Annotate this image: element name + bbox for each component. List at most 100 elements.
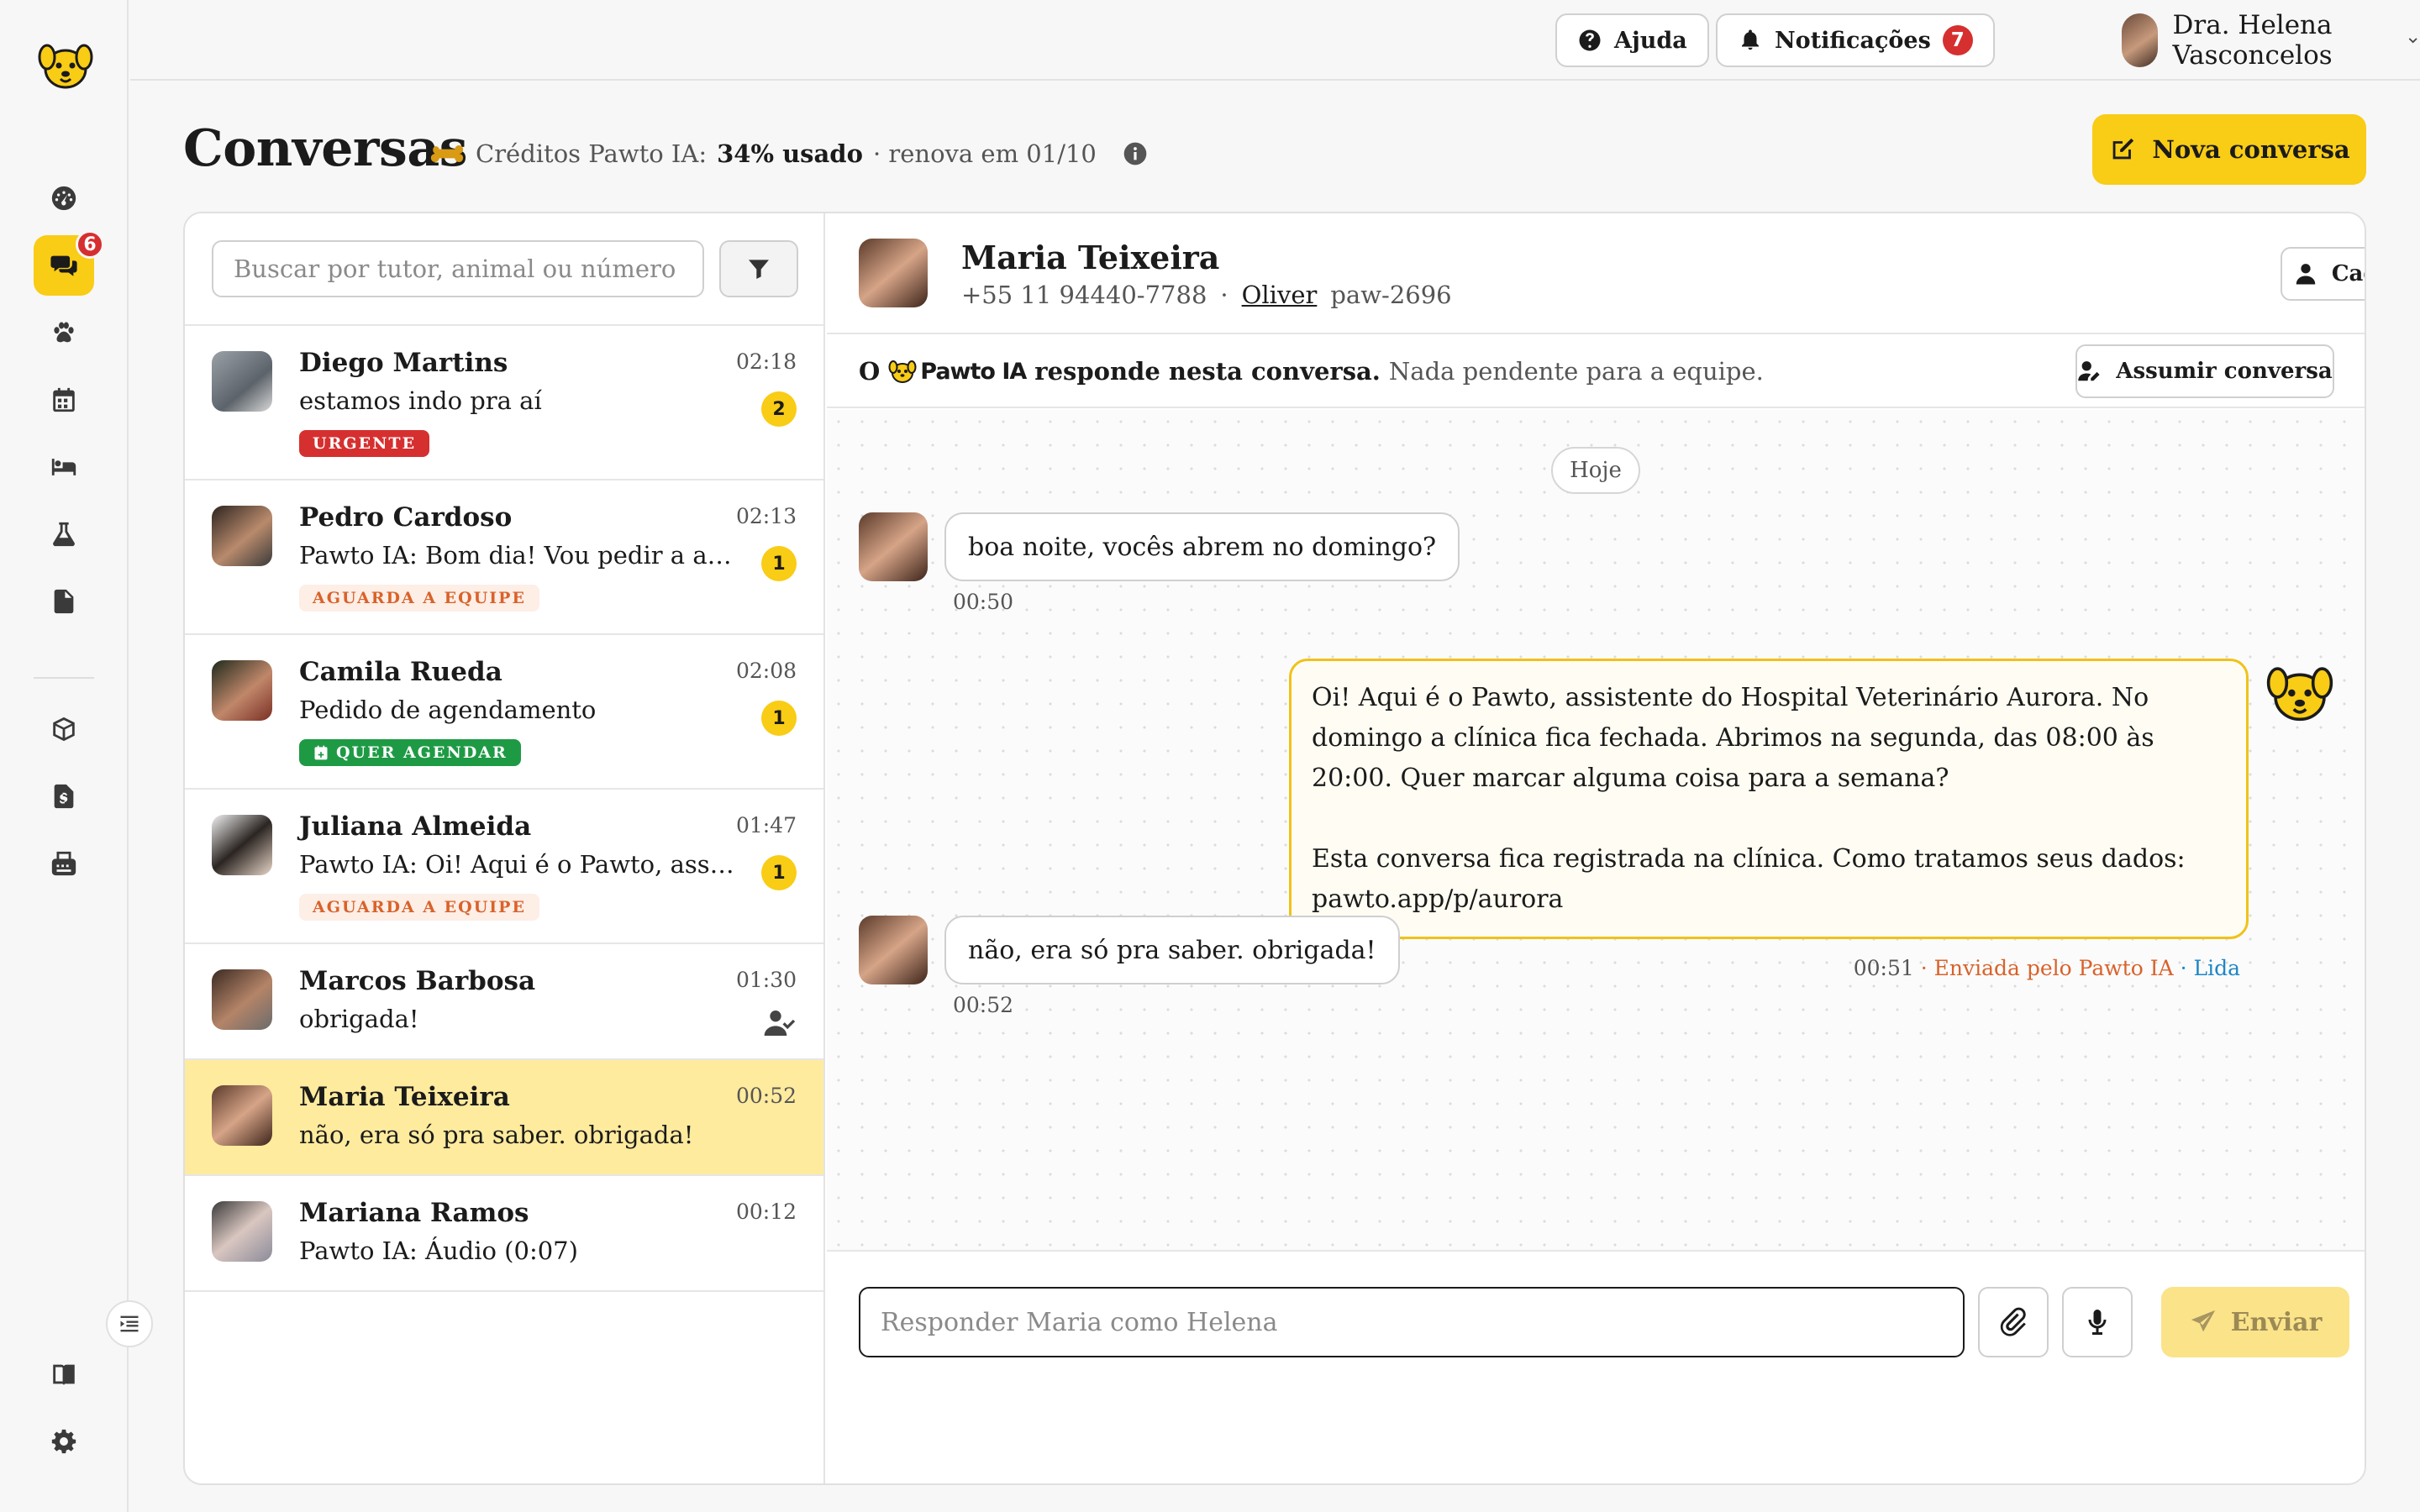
new-conversation-label: Nova conversa <box>2152 135 2350 164</box>
conversation-list-column: Diego Martins 02:18 estamos indo pra aí … <box>185 213 825 1483</box>
nav-inventory[interactable] <box>34 699 94 759</box>
conversation-preview: Pawto IA: Oi! Aqui é o Pawto, assistente… <box>299 850 736 879</box>
conversation-item[interactable]: Mariana Ramos 00:12 Pawto IA: Áudio (0:0… <box>185 1176 823 1292</box>
outgoing-message-meta: 00:51 · Enviada pelo Pawto IA · Lida <box>1854 956 2240 980</box>
outgoing-message: Oi! Aqui é o Pawto, assistente do Hospit… <box>1289 659 2249 939</box>
search-input[interactable] <box>212 240 704 297</box>
pawto-logo-icon[interactable] <box>37 37 94 94</box>
conversation-preview: Pawto IA: Áudio (0:07) <box>299 1236 578 1265</box>
conversation-name: Maria Teixeira <box>299 1082 510 1112</box>
conversation-item[interactable]: Camila Rueda 02:08 Pedido de agendamento… <box>185 635 823 790</box>
nav-guides[interactable] <box>34 1344 94 1404</box>
filter-button[interactable] <box>719 240 798 297</box>
paw-icon <box>54 322 74 343</box>
nav-billing[interactable] <box>34 766 94 827</box>
pawto-bot-avatar-icon <box>2266 667 2333 722</box>
credits-suffix: · renova em 01/10 <box>872 139 1097 168</box>
unread-badge: 2 <box>761 391 797 427</box>
voice-button[interactable] <box>2062 1287 2133 1357</box>
contact-avatar <box>859 239 928 307</box>
avatar <box>212 506 272 566</box>
conversation-preview: Pedido de agendamento <box>299 696 597 724</box>
chevron-down-icon <box>2408 38 2417 44</box>
conversation-preview: estamos indo pra aí <box>299 386 542 415</box>
credits-used: 34% usado <box>717 139 863 168</box>
avatar <box>212 1085 272 1146</box>
conversation-time: 01:47 <box>735 813 797 837</box>
reply-input[interactable] <box>859 1287 1965 1357</box>
conversation-item[interactable]: Diego Martins 02:18 estamos indo pra aí … <box>185 326 823 480</box>
send-button[interactable]: Enviar <box>2161 1287 2349 1357</box>
outgoing-message-paragraph: Esta conversa fica registrada na clínica… <box>1312 844 2186 914</box>
conversation-item-selected[interactable]: Maria Teixeira 00:52 não, era só pra sab… <box>185 1060 823 1176</box>
message-time: 00:52 <box>953 993 1014 1017</box>
conversation-item[interactable]: Pedro Cardoso 02:13 Pawto IA: Bom dia! V… <box>185 480 823 635</box>
conversation-time: 02:18 <box>735 349 797 374</box>
status-badge: QUER AGENDAR <box>299 739 521 766</box>
help-icon <box>1579 29 1601 51</box>
conversation-preview: Pawto IA: Bom dia! Vou pedir a atualizaç… <box>299 541 736 570</box>
nav-hospitalization[interactable] <box>34 437 94 497</box>
microphone-icon <box>2088 1310 2107 1335</box>
nav-calendar[interactable] <box>34 370 94 430</box>
chat-icon <box>50 255 77 276</box>
nav-conversations-badge: 6 <box>76 230 104 259</box>
user-name: Dra. Helena Vasconcelos <box>2172 10 2333 71</box>
conversation-time: 01:30 <box>735 968 797 992</box>
info-icon[interactable] <box>1122 140 1149 167</box>
avatar <box>212 351 272 412</box>
ai-credits: Créditos Pawto IA: 34% usado · renova em… <box>429 139 1149 168</box>
attach-button[interactable] <box>1978 1287 2049 1357</box>
conversation-item[interactable]: Marcos Barbosa 01:30 obrigada! <box>185 944 823 1060</box>
notifications-label: Notificações <box>1775 27 1931 54</box>
status-badge: AGUARDA A EQUIPE <box>299 585 539 612</box>
notifications-button[interactable]: Notificações 7 <box>1716 13 1995 67</box>
conversation-item[interactable]: Juliana Almeida 01:47 Pawto IA: Oi! Aqui… <box>185 790 823 944</box>
sidebar: 6 <box>0 0 129 1512</box>
conversation-name: Camila Rueda <box>299 657 502 687</box>
conversation-time: 02:08 <box>735 659 797 683</box>
status-badge: AGUARDA A EQUIPE <box>299 894 539 921</box>
pawto-ia-label: Pawto IA <box>920 358 1027 385</box>
nav-dashboard[interactable] <box>34 168 94 228</box>
outgoing-message-spacer <box>1312 799 2226 839</box>
bell-icon <box>1742 29 1759 50</box>
user-menu[interactable]: Dra. Helena Vasconcelos <box>2122 10 2420 71</box>
nav-patients[interactable] <box>34 302 94 363</box>
fax-icon <box>51 851 76 876</box>
avatar <box>212 969 272 1030</box>
ai-bar-prefix: O <box>859 357 881 386</box>
user-edit-icon <box>2078 361 2100 381</box>
conversation-name: Marcos Barbosa <box>299 966 536 996</box>
reply-composer: Enviar <box>827 1250 2365 1483</box>
nav-settings[interactable] <box>34 1411 94 1472</box>
avatar <box>212 815 272 875</box>
conversation-name: Diego Martins <box>299 348 508 378</box>
avatar <box>212 1201 272 1262</box>
take-over-label: Assumir conversa <box>2116 359 2333 384</box>
help-button[interactable]: Ajuda <box>1555 13 1709 67</box>
nav-lab[interactable] <box>34 504 94 564</box>
status-badge: URGENTE <box>299 430 430 457</box>
pawto-logo-icon <box>888 360 917 383</box>
take-over-button[interactable]: Assumir conversa <box>2075 344 2334 398</box>
contact-name: Maria Teixeira <box>961 239 1220 276</box>
sidebar-collapse-button[interactable] <box>106 1300 153 1347</box>
edit-icon <box>2112 138 2134 160</box>
profile-button[interactable]: Cadastro <box>2281 247 2365 301</box>
nav-fax[interactable] <box>34 833 94 894</box>
nav-conversations[interactable]: 6 <box>34 230 104 296</box>
book-icon <box>53 1364 75 1385</box>
conversation-preview: obrigada! <box>299 1005 419 1033</box>
credits-prefix: Créditos Pawto IA: <box>476 139 708 168</box>
user-avatar <box>2122 13 2158 67</box>
pet-link[interactable]: Oliver <box>1242 281 1318 309</box>
day-separator: Hoje <box>1551 447 1640 494</box>
new-conversation-button[interactable]: Nova conversa <box>2092 114 2366 185</box>
message-time: 00:51 <box>1853 956 1914 980</box>
meta-separator: · <box>1220 281 1228 309</box>
flask-icon <box>53 522 75 547</box>
outgoing-message-paragraph: Oi! Aqui é o Pawto, assistente do Hospit… <box>1312 683 2154 793</box>
ai-status-bar: O Pawto IA responde nesta conversa. Nada… <box>827 336 2365 408</box>
nav-documents[interactable] <box>34 571 94 632</box>
